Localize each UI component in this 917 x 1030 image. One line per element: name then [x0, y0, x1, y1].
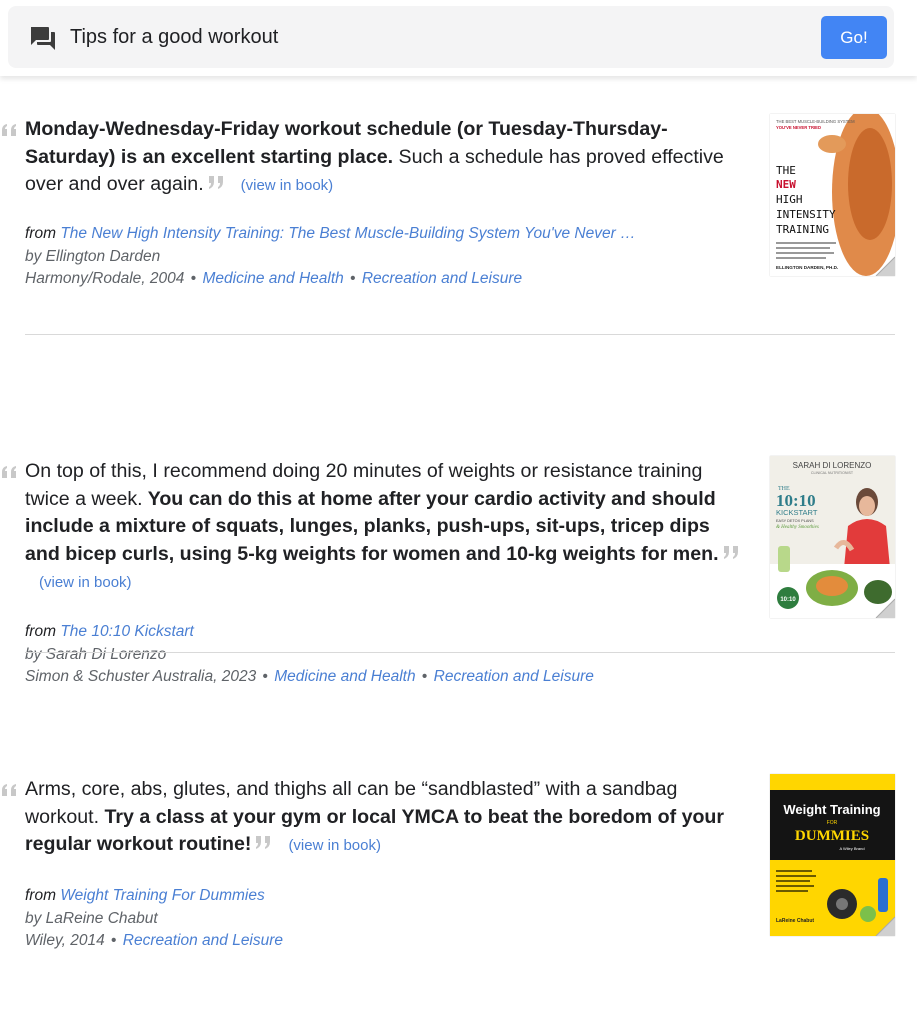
category-link[interactable]: Recreation and Leisure: [434, 668, 594, 685]
book-publisher: Wiley, 2014: [25, 932, 105, 949]
open-quote-icon: [2, 466, 16, 478]
view-in-book-link[interactable]: (view in book): [39, 574, 132, 591]
close-quote-icon: [208, 176, 223, 189]
book-cover[interactable]: SARAH DI LORENZO CLINICAL NUTRITIONIST T…: [770, 456, 895, 618]
cover-author: SARAH DI LORENZO: [793, 461, 872, 470]
results-list: Monday-Wednesday-Friday workout schedule…: [0, 76, 917, 1030]
separator-dot: •: [111, 932, 117, 949]
separator-dot: •: [421, 668, 428, 685]
book-meta: from The New High Intensity Training: Th…: [25, 223, 636, 291]
book-author: by LaReine Chabut: [25, 909, 158, 927]
chat-icon: [31, 27, 55, 50]
result-item: On top of this, I recommend doing 20 min…: [0, 394, 917, 712]
cover-tagline: THE BEST MUSCLE-BUILDING SYSTEM: [776, 119, 855, 124]
book-meta: from Weight Training For Dummies by LaRe…: [25, 885, 283, 953]
cover-title-1: THE: [776, 164, 796, 177]
book-publisher: Harmony/Rodale, 2004: [25, 270, 185, 287]
cover-title-3: DUMMIES: [795, 828, 869, 844]
cover-title-1: Weight Training: [783, 802, 880, 817]
quote-text: On top of this, I recommend doing 20 min…: [25, 458, 750, 597]
top-bar: Tips for a good workout Go!: [0, 0, 917, 76]
view-in-book-link[interactable]: (view in book): [241, 177, 334, 194]
cover-author: ELLINGTON DARDEN, PH.D.: [776, 265, 838, 270]
category-link[interactable]: Medicine and Health: [274, 668, 415, 685]
result-divider: [25, 334, 895, 335]
book-cover[interactable]: THE BEST MUSCLE-BUILDING SYSTEM YOU'VE N…: [770, 114, 895, 276]
result-divider: [25, 652, 895, 653]
book-meta: from The 10:10 Kickstart by Sarah Di Lor…: [25, 621, 594, 689]
book-author: by Sarah Di Lorenzo: [25, 645, 167, 663]
cover-title-5: TRAINING: [776, 223, 829, 236]
category-link[interactable]: Medicine and Health: [202, 270, 343, 287]
cover-title-3: HIGH: [776, 193, 803, 206]
category-link[interactable]: Recreation and Leisure: [123, 932, 283, 949]
from-label: from: [25, 887, 56, 904]
cover-title-4: A Wiley Brand: [839, 846, 864, 851]
cover-author: LaReine Chabut: [776, 918, 814, 924]
book-title-link[interactable]: The 10:10 Kickstart: [60, 623, 194, 640]
separator-dot: •: [190, 270, 197, 287]
cover-tagline-red: YOU'VE NEVER TRIED: [776, 125, 821, 130]
close-quote-icon: [723, 545, 738, 559]
result-item: Monday-Wednesday-Friday workout schedule…: [0, 76, 917, 394]
book-author: by Ellington Darden: [25, 247, 161, 265]
cover-subtitle: CLINICAL NUTRITIONIST: [811, 471, 854, 475]
open-quote-icon: [2, 784, 16, 796]
result-item: Arms, core, abs, glutes, and thighs all …: [0, 712, 917, 1030]
open-quote-icon: [2, 124, 16, 136]
cover-title-5: & Healthy Smoothies: [776, 525, 819, 530]
book-cover[interactable]: Weight Training FOR DUMMIES A Wiley Bran…: [770, 774, 895, 936]
quote-text: Monday-Wednesday-Friday workout schedule…: [25, 116, 750, 200]
book-title-link[interactable]: The New High Intensity Training: The Bes…: [60, 225, 635, 242]
cover-badge: 10:10: [780, 597, 796, 603]
from-label: from: [25, 225, 56, 242]
category-link[interactable]: Recreation and Leisure: [362, 270, 522, 287]
close-quote-icon: [256, 836, 271, 849]
separator-dot: •: [350, 270, 356, 287]
cover-title-4: INTENSITY: [776, 208, 836, 221]
view-in-book-link[interactable]: (view in book): [288, 837, 381, 854]
separator-dot: •: [262, 668, 268, 685]
quote-text: Arms, core, abs, glutes, and thighs all …: [25, 776, 750, 860]
from-label: from: [25, 623, 56, 640]
search-query[interactable]: Tips for a good workout: [70, 26, 278, 49]
cover-title-2: NEW: [776, 178, 796, 191]
cover-title-4: EASY DETOX PLANS: [776, 519, 814, 523]
go-button[interactable]: Go!: [821, 16, 887, 59]
search-box[interactable]: Tips for a good workout Go!: [8, 6, 894, 68]
cover-title-2: FOR: [827, 820, 838, 826]
book-title-link[interactable]: Weight Training For Dummies: [60, 887, 264, 904]
cover-title-3: KICKSTART: [776, 508, 818, 517]
book-publisher: Simon & Schuster Australia, 2023: [25, 668, 257, 685]
